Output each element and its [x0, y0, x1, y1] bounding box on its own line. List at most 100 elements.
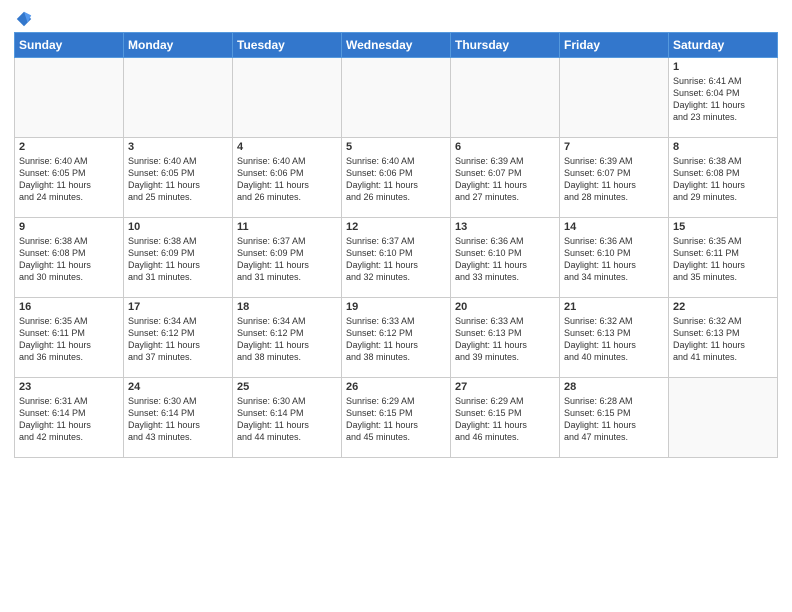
- day-number: 4: [237, 141, 337, 153]
- day-number: 27: [455, 381, 555, 393]
- day-number: 21: [564, 301, 664, 313]
- day-number: 23: [19, 381, 119, 393]
- day-number: 15: [673, 221, 773, 233]
- calendar-header-tuesday: Tuesday: [233, 33, 342, 58]
- day-number: 26: [346, 381, 446, 393]
- day-number: 19: [346, 301, 446, 313]
- calendar-cell: 23 Sunrise: 6:31 AM Sunset: 6:14 PM Dayli…: [15, 378, 124, 458]
- calendar-cell: 16 Sunrise: 6:35 AM Sunset: 6:11 PM Dayli…: [15, 298, 124, 378]
- calendar-header-row: SundayMondayTuesdayWednesdayThursdayFrid…: [15, 33, 778, 58]
- day-number: 6: [455, 141, 555, 153]
- calendar-cell: 10 Sunrise: 6:38 AM Sunset: 6:09 PM Dayli…: [124, 218, 233, 298]
- day-number: 20: [455, 301, 555, 313]
- day-info: Sunrise: 6:29 AM Sunset: 6:15 PM Dayligh…: [346, 395, 446, 444]
- calendar-cell: [124, 58, 233, 138]
- logo: [14, 10, 33, 26]
- day-info: Sunrise: 6:40 AM Sunset: 6:05 PM Dayligh…: [19, 155, 119, 204]
- calendar-cell: 18 Sunrise: 6:34 AM Sunset: 6:12 PM Dayli…: [233, 298, 342, 378]
- day-info: Sunrise: 6:35 AM Sunset: 6:11 PM Dayligh…: [19, 315, 119, 364]
- day-info: Sunrise: 6:36 AM Sunset: 6:10 PM Dayligh…: [564, 235, 664, 284]
- day-info: Sunrise: 6:29 AM Sunset: 6:15 PM Dayligh…: [455, 395, 555, 444]
- calendar-cell: 9Sunrise: 6:38 AM Sunset: 6:08 PM Daylig…: [15, 218, 124, 298]
- calendar-cell: 21 Sunrise: 6:32 AM Sunset: 6:13 PM Dayli…: [560, 298, 669, 378]
- calendar-week-3: 16 Sunrise: 6:35 AM Sunset: 6:11 PM Dayli…: [15, 298, 778, 378]
- calendar-cell: 4 Sunrise: 6:40 AM Sunset: 6:06 PM Daylig…: [233, 138, 342, 218]
- calendar-cell: [342, 58, 451, 138]
- calendar-cell: 6 Sunrise: 6:39 AM Sunset: 6:07 PM Daylig…: [451, 138, 560, 218]
- calendar-header-saturday: Saturday: [669, 33, 778, 58]
- calendar-cell: 20 Sunrise: 6:33 AM Sunset: 6:13 PM Dayli…: [451, 298, 560, 378]
- calendar-week-1: 2 Sunrise: 6:40 AM Sunset: 6:05 PM Daylig…: [15, 138, 778, 218]
- day-info: Sunrise: 6:40 AM Sunset: 6:06 PM Dayligh…: [346, 155, 446, 204]
- header: [14, 10, 778, 26]
- day-info: Sunrise: 6:35 AM Sunset: 6:11 PM Dayligh…: [673, 235, 773, 284]
- day-number: 16: [19, 301, 119, 313]
- day-number: 18: [237, 301, 337, 313]
- calendar-week-2: 9Sunrise: 6:38 AM Sunset: 6:08 PM Daylig…: [15, 218, 778, 298]
- calendar-cell: 11 Sunrise: 6:37 AM Sunset: 6:09 PM Dayli…: [233, 218, 342, 298]
- calendar-cell: 28Sunrise: 6:28 AM Sunset: 6:15 PM Dayli…: [560, 378, 669, 458]
- calendar-cell: 17Sunrise: 6:34 AM Sunset: 6:12 PM Dayli…: [124, 298, 233, 378]
- calendar-week-4: 23 Sunrise: 6:31 AM Sunset: 6:14 PM Dayli…: [15, 378, 778, 458]
- calendar-cell: 15 Sunrise: 6:35 AM Sunset: 6:11 PM Dayli…: [669, 218, 778, 298]
- day-info: Sunrise: 6:41 AM Sunset: 6:04 PM Dayligh…: [673, 75, 773, 124]
- day-number: 10: [128, 221, 228, 233]
- calendar-cell: 19 Sunrise: 6:33 AM Sunset: 6:12 PM Dayli…: [342, 298, 451, 378]
- day-info: Sunrise: 6:32 AM Sunset: 6:13 PM Dayligh…: [673, 315, 773, 364]
- calendar-cell: 14Sunrise: 6:36 AM Sunset: 6:10 PM Dayli…: [560, 218, 669, 298]
- calendar-cell: 22 Sunrise: 6:32 AM Sunset: 6:13 PM Dayli…: [669, 298, 778, 378]
- day-info: Sunrise: 6:39 AM Sunset: 6:07 PM Dayligh…: [564, 155, 664, 204]
- calendar-cell: [669, 378, 778, 458]
- day-info: Sunrise: 6:40 AM Sunset: 6:06 PM Dayligh…: [237, 155, 337, 204]
- calendar-cell: 7 Sunrise: 6:39 AM Sunset: 6:07 PM Daylig…: [560, 138, 669, 218]
- calendar: SundayMondayTuesdayWednesdayThursdayFrid…: [14, 32, 778, 458]
- day-info: Sunrise: 6:33 AM Sunset: 6:13 PM Dayligh…: [455, 315, 555, 364]
- calendar-cell: 3Sunrise: 6:40 AM Sunset: 6:05 PM Daylig…: [124, 138, 233, 218]
- logo-icon: [15, 10, 33, 28]
- day-info: Sunrise: 6:33 AM Sunset: 6:12 PM Dayligh…: [346, 315, 446, 364]
- calendar-header-sunday: Sunday: [15, 33, 124, 58]
- calendar-cell: 27 Sunrise: 6:29 AM Sunset: 6:15 PM Dayli…: [451, 378, 560, 458]
- calendar-header-monday: Monday: [124, 33, 233, 58]
- day-info: Sunrise: 6:39 AM Sunset: 6:07 PM Dayligh…: [455, 155, 555, 204]
- day-info: Sunrise: 6:32 AM Sunset: 6:13 PM Dayligh…: [564, 315, 664, 364]
- day-number: 5: [346, 141, 446, 153]
- day-info: Sunrise: 6:40 AM Sunset: 6:05 PM Dayligh…: [128, 155, 228, 204]
- calendar-cell: [233, 58, 342, 138]
- day-number: 25: [237, 381, 337, 393]
- day-number: 2: [19, 141, 119, 153]
- calendar-header-wednesday: Wednesday: [342, 33, 451, 58]
- calendar-cell: [560, 58, 669, 138]
- day-info: Sunrise: 6:36 AM Sunset: 6:10 PM Dayligh…: [455, 235, 555, 284]
- calendar-cell: 8Sunrise: 6:38 AM Sunset: 6:08 PM Daylig…: [669, 138, 778, 218]
- day-number: 12: [346, 221, 446, 233]
- calendar-header-thursday: Thursday: [451, 33, 560, 58]
- day-number: 7: [564, 141, 664, 153]
- calendar-cell: 12 Sunrise: 6:37 AM Sunset: 6:10 PM Dayli…: [342, 218, 451, 298]
- calendar-cell: [15, 58, 124, 138]
- logo-text: [14, 10, 33, 28]
- day-number: 17: [128, 301, 228, 313]
- day-info: Sunrise: 6:30 AM Sunset: 6:14 PM Dayligh…: [237, 395, 337, 444]
- calendar-cell: 1 Sunrise: 6:41 AM Sunset: 6:04 PM Daylig…: [669, 58, 778, 138]
- day-number: 9: [19, 221, 119, 233]
- day-info: Sunrise: 6:34 AM Sunset: 6:12 PM Dayligh…: [237, 315, 337, 364]
- calendar-cell: 24Sunrise: 6:30 AM Sunset: 6:14 PM Dayli…: [124, 378, 233, 458]
- calendar-cell: 13 Sunrise: 6:36 AM Sunset: 6:10 PM Dayli…: [451, 218, 560, 298]
- day-number: 1: [673, 61, 773, 73]
- calendar-cell: [451, 58, 560, 138]
- day-number: 22: [673, 301, 773, 313]
- day-info: Sunrise: 6:37 AM Sunset: 6:10 PM Dayligh…: [346, 235, 446, 284]
- day-info: Sunrise: 6:31 AM Sunset: 6:14 PM Dayligh…: [19, 395, 119, 444]
- calendar-cell: 26 Sunrise: 6:29 AM Sunset: 6:15 PM Dayli…: [342, 378, 451, 458]
- day-number: 11: [237, 221, 337, 233]
- day-info: Sunrise: 6:38 AM Sunset: 6:09 PM Dayligh…: [128, 235, 228, 284]
- day-info: Sunrise: 6:38 AM Sunset: 6:08 PM Dayligh…: [673, 155, 773, 204]
- day-number: 13: [455, 221, 555, 233]
- day-info: Sunrise: 6:37 AM Sunset: 6:09 PM Dayligh…: [237, 235, 337, 284]
- calendar-cell: 5 Sunrise: 6:40 AM Sunset: 6:06 PM Daylig…: [342, 138, 451, 218]
- page: SundayMondayTuesdayWednesdayThursdayFrid…: [0, 0, 792, 612]
- calendar-week-0: 1 Sunrise: 6:41 AM Sunset: 6:04 PM Daylig…: [15, 58, 778, 138]
- day-info: Sunrise: 6:28 AM Sunset: 6:15 PM Dayligh…: [564, 395, 664, 444]
- day-number: 24: [128, 381, 228, 393]
